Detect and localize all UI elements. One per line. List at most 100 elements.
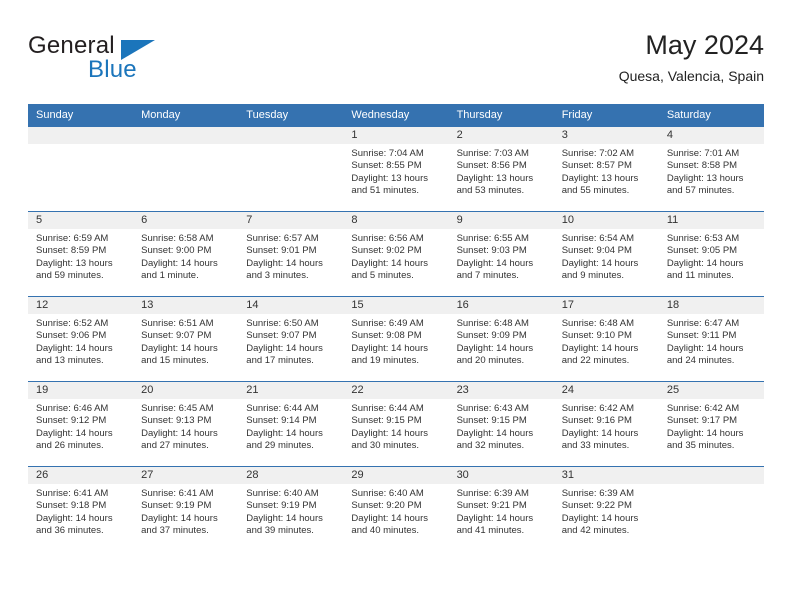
day-number	[28, 127, 134, 144]
calendar-day-cell[interactable]: 23 Sunrise: 6:43 AM Sunset: 9:15 PM Dayligh…	[448, 381, 554, 467]
calendar-day-cell[interactable]: 15 Sunrise: 6:49 AM Sunset: 9:08 PM Dayligh…	[343, 296, 449, 382]
sunset-text: Sunset: 9:07 PM	[141, 330, 212, 342]
day-details	[28, 144, 133, 148]
calendar-day-cell[interactable]: 11 Sunrise: 6:53 AM Sunset: 9:05 PM Dayligh…	[658, 211, 764, 297]
day-cell-inner: 23 Sunrise: 6:43 AM Sunset: 9:15 PM Dayligh…	[448, 382, 554, 466]
day-details: Sunrise: 6:55 AM Sunset: 9:03 PM Daylight:…	[449, 229, 554, 283]
day-cell-inner: 11 Sunrise: 6:53 AM Sunset: 9:05 PM Dayligh…	[658, 212, 764, 296]
daylight-text-line1: Daylight: 13 hours	[456, 172, 534, 184]
calendar-day-cell[interactable]: 5 Sunrise: 6:59 AM Sunset: 8:59 PM Daylight…	[28, 211, 134, 297]
daylight-text-line1: Daylight: 14 hours	[141, 342, 218, 354]
day-details: Sunrise: 6:59 AM Sunset: 8:59 PM Daylight:…	[28, 229, 133, 283]
daylight-text-line1: Daylight: 14 hours	[666, 342, 744, 354]
calendar-day-cell[interactable]: 6 Sunrise: 6:58 AM Sunset: 9:00 PM Daylight…	[133, 211, 239, 297]
day-cell-inner: 3 Sunrise: 7:02 AM Sunset: 8:57 PM Daylight…	[553, 127, 659, 211]
day-details: Sunrise: 7:02 AM Sunset: 8:57 PM Daylight:…	[554, 144, 659, 198]
daylight-text-line2: and 32 minutes.	[456, 440, 525, 452]
weekday-header-thursday: Thursday	[448, 104, 554, 127]
brand-name-blue: Blue	[88, 56, 137, 83]
day-cell-inner: 7 Sunrise: 6:57 AM Sunset: 9:01 PM Daylight…	[238, 212, 344, 296]
sunrise-text: Sunrise: 6:40 AM	[351, 488, 424, 499]
calendar-day-cell[interactable]: 17 Sunrise: 6:48 AM Sunset: 9:10 PM Dayligh…	[553, 296, 659, 382]
day-cell-inner: 6 Sunrise: 6:58 AM Sunset: 9:00 PM Daylight…	[133, 212, 239, 296]
day-number: 23	[448, 382, 554, 399]
sunrise-text: Sunrise: 6:39 AM	[561, 488, 635, 499]
calendar-day-cell[interactable]: 3 Sunrise: 7:02 AM Sunset: 8:57 PM Daylight…	[553, 126, 659, 212]
daylight-text-line2: and 5 minutes.	[351, 270, 414, 282]
calendar-day-cell[interactable]: 12 Sunrise: 6:52 AM Sunset: 9:06 PM Dayligh…	[28, 296, 134, 382]
calendar-day-cell[interactable]: 16 Sunrise: 6:48 AM Sunset: 9:09 PM Dayligh…	[448, 296, 554, 382]
daylight-text-line2: and 3 minutes.	[246, 270, 309, 282]
daylight-text-line1: Daylight: 14 hours	[246, 257, 323, 269]
day-number: 30	[448, 467, 554, 484]
day-details: Sunrise: 6:41 AM Sunset: 9:19 PM Daylight:…	[133, 484, 238, 538]
daylight-text-line1: Daylight: 13 hours	[36, 257, 113, 269]
day-details: Sunrise: 7:03 AM Sunset: 8:56 PM Daylight:…	[449, 144, 554, 198]
day-number: 24	[553, 382, 659, 399]
daylight-text-line1: Daylight: 14 hours	[456, 512, 534, 524]
sunset-text: Sunset: 9:04 PM	[561, 245, 632, 257]
calendar-day-cell[interactable]: 31 Sunrise: 6:39 AM Sunset: 9:22 PM Dayligh…	[553, 466, 659, 551]
sunrise-text: Sunrise: 6:42 AM	[666, 403, 740, 414]
calendar-day-cell[interactable]: 28 Sunrise: 6:40 AM Sunset: 9:19 PM Dayligh…	[238, 466, 344, 551]
calendar-day-cell[interactable]: 20 Sunrise: 6:45 AM Sunset: 9:13 PM Dayligh…	[133, 381, 239, 467]
sunset-text: Sunset: 8:56 PM	[456, 160, 527, 172]
calendar-day-cell[interactable]: 8 Sunrise: 6:56 AM Sunset: 9:02 PM Daylight…	[343, 211, 449, 297]
daylight-text-line2: and 7 minutes.	[456, 270, 519, 282]
day-details: Sunrise: 6:52 AM Sunset: 9:06 PM Daylight:…	[28, 314, 133, 368]
day-cell-inner: 24 Sunrise: 6:42 AM Sunset: 9:16 PM Dayligh…	[553, 382, 659, 466]
day-number: 21	[238, 382, 344, 399]
day-number: 27	[133, 467, 239, 484]
calendar-day-cell[interactable]: 30 Sunrise: 6:39 AM Sunset: 9:21 PM Dayligh…	[448, 466, 554, 551]
day-number: 16	[448, 297, 554, 314]
sunrise-text: Sunrise: 7:04 AM	[351, 148, 424, 159]
calendar-day-cell[interactable]: 29 Sunrise: 6:40 AM Sunset: 9:20 PM Dayligh…	[343, 466, 449, 551]
day-cell-inner: 5 Sunrise: 6:59 AM Sunset: 8:59 PM Daylight…	[28, 212, 134, 296]
day-number: 5	[28, 212, 134, 229]
calendar-day-cell[interactable]: 14 Sunrise: 6:50 AM Sunset: 9:07 PM Dayligh…	[238, 296, 344, 382]
calendar-day-cell[interactable]: 24 Sunrise: 6:42 AM Sunset: 9:16 PM Dayligh…	[553, 381, 659, 467]
weekday-header-saturday: Saturday	[658, 104, 764, 127]
sunset-text: Sunset: 8:57 PM	[561, 160, 632, 172]
calendar-day-cell[interactable]: 22 Sunrise: 6:44 AM Sunset: 9:15 PM Dayligh…	[343, 381, 449, 467]
day-details: Sunrise: 6:58 AM Sunset: 9:00 PM Daylight:…	[133, 229, 238, 283]
calendar-grid: Sunday Monday Tuesday Wednesday Thursday…	[28, 104, 764, 551]
calendar-day-cell[interactable]: 25 Sunrise: 6:42 AM Sunset: 9:17 PM Dayligh…	[658, 381, 764, 467]
sunrise-text: Sunrise: 6:54 AM	[561, 233, 635, 244]
calendar-day-cell[interactable]: 1 Sunrise: 7:04 AM Sunset: 8:55 PM Daylight…	[343, 126, 449, 212]
daylight-text-line2: and 39 minutes.	[246, 525, 314, 537]
sunset-text: Sunset: 8:55 PM	[351, 160, 422, 172]
calendar-day-cell[interactable]: 10 Sunrise: 6:54 AM Sunset: 9:04 PM Dayligh…	[553, 211, 659, 297]
calendar-day-cell[interactable]: 21 Sunrise: 6:44 AM Sunset: 9:14 PM Dayligh…	[238, 381, 344, 467]
weekday-header-sunday: Sunday	[28, 104, 134, 127]
calendar-day-cell[interactable]: 18 Sunrise: 6:47 AM Sunset: 9:11 PM Dayligh…	[658, 296, 764, 382]
day-cell-inner: 4 Sunrise: 7:01 AM Sunset: 8:58 PM Daylight…	[658, 127, 764, 211]
general-blue-logo[interactable]: General Blue	[28, 32, 228, 88]
day-details: Sunrise: 6:40 AM Sunset: 9:20 PM Daylight:…	[343, 484, 448, 538]
day-cell-inner: 17 Sunrise: 6:48 AM Sunset: 9:10 PM Dayligh…	[553, 297, 659, 381]
sunrise-text: Sunrise: 7:02 AM	[561, 148, 635, 159]
calendar-day-cell[interactable]: 9 Sunrise: 6:55 AM Sunset: 9:03 PM Daylight…	[448, 211, 554, 297]
calendar-day-cell[interactable]: 26 Sunrise: 6:41 AM Sunset: 9:18 PM Dayligh…	[28, 466, 134, 551]
day-cell-inner: 29 Sunrise: 6:40 AM Sunset: 9:20 PM Dayligh…	[343, 467, 449, 551]
day-cell-inner: 12 Sunrise: 6:52 AM Sunset: 9:06 PM Dayligh…	[28, 297, 134, 381]
calendar-day-cell[interactable]: 7 Sunrise: 6:57 AM Sunset: 9:01 PM Daylight…	[238, 211, 344, 297]
day-cell-inner: 8 Sunrise: 6:56 AM Sunset: 9:02 PM Daylight…	[343, 212, 449, 296]
calendar-day-cell[interactable]: 13 Sunrise: 6:51 AM Sunset: 9:07 PM Dayligh…	[133, 296, 239, 382]
calendar-day-cell[interactable]: 4 Sunrise: 7:01 AM Sunset: 8:58 PM Daylight…	[658, 126, 764, 212]
sunrise-text: Sunrise: 6:48 AM	[561, 318, 635, 329]
daylight-text-line2: and 36 minutes.	[36, 525, 104, 537]
day-details: Sunrise: 6:50 AM Sunset: 9:07 PM Daylight:…	[238, 314, 343, 368]
calendar-day-cell[interactable]: 2 Sunrise: 7:03 AM Sunset: 8:56 PM Daylight…	[448, 126, 554, 212]
calendar-week-row: 26 Sunrise: 6:41 AM Sunset: 9:18 PM Dayligh…	[28, 466, 764, 551]
calendar-day-cell[interactable]: 19 Sunrise: 6:46 AM Sunset: 9:12 PM Dayligh…	[28, 381, 134, 467]
calendar-day-cell[interactable]: 27 Sunrise: 6:41 AM Sunset: 9:19 PM Dayligh…	[133, 466, 239, 551]
daylight-text-line2: and 51 minutes.	[351, 185, 420, 197]
day-details: Sunrise: 6:42 AM Sunset: 9:16 PM Daylight:…	[554, 399, 659, 453]
calendar-day-cell-empty	[133, 126, 239, 212]
daylight-text-line2: and 17 minutes.	[246, 355, 314, 367]
daylight-text-line1: Daylight: 14 hours	[561, 427, 639, 439]
day-details: Sunrise: 6:46 AM Sunset: 9:12 PM Daylight:…	[28, 399, 133, 453]
calendar-day-cell-empty	[28, 126, 134, 212]
day-cell-inner: 14 Sunrise: 6:50 AM Sunset: 9:07 PM Dayligh…	[238, 297, 344, 381]
